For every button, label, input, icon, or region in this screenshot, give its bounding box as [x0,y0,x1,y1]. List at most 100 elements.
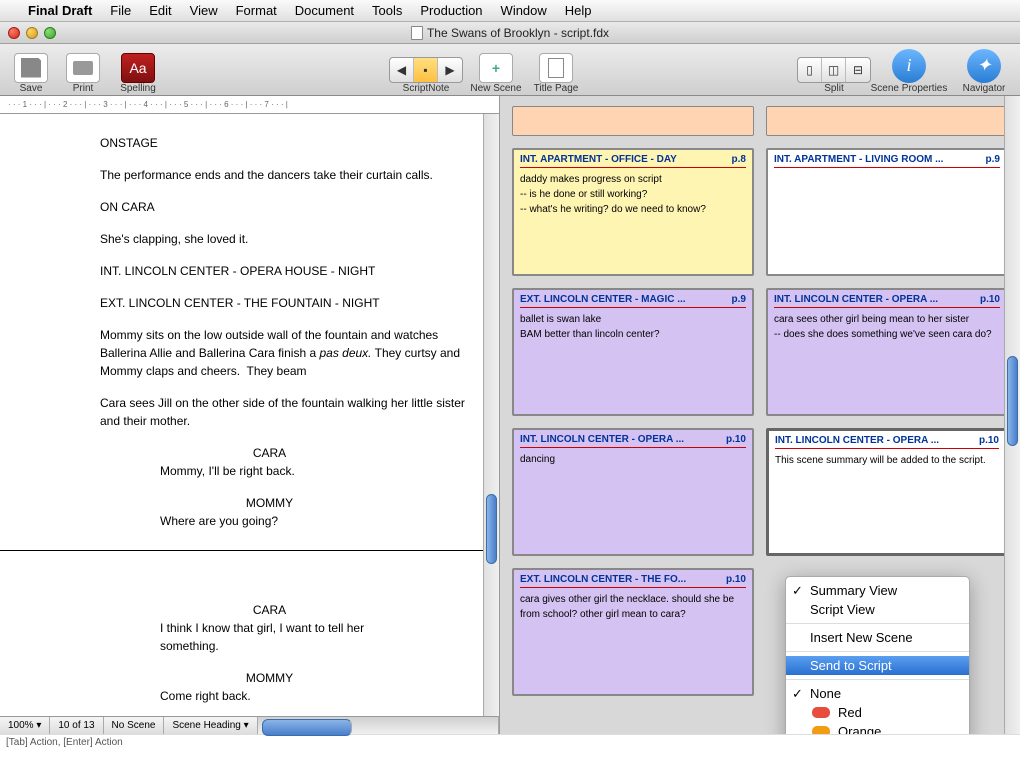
menu-edit[interactable]: Edit [149,3,171,18]
save-button[interactable]: Save [6,46,56,94]
prev-icon[interactable]: ◀ [390,58,414,82]
cards-pane: INT. APARTMENT - OFFICE - DAYp.8daddy ma… [500,96,1020,734]
card-page: p.10 [980,294,1000,305]
card-slug: EXT. LINCOLN CENTER - THE FO... [520,574,686,585]
card-header: EXT. LINCOLN CENTER - THE FO... p.10 [520,574,746,588]
card-slug: EXT. LINCOLN CENTER - MAGIC ... [520,294,686,305]
ruler: · · · 1 · · · | · · · 2 · · · | · · · 3 … [0,96,499,114]
titlepage-icon [539,53,573,83]
dialogue: Come right back. [160,687,389,705]
split1-icon[interactable]: ▯ [798,58,822,82]
newscene-button[interactable]: New Scene [466,46,526,94]
scene-card[interactable]: INT. APARTMENT - OFFICE - DAYp.8daddy ma… [512,148,754,276]
scroll-thumb[interactable] [1007,356,1018,446]
menu-format[interactable]: Format [236,3,277,18]
ctx-color-orange[interactable]: Orange [786,722,969,734]
separator [786,651,969,652]
print-icon [66,53,100,83]
scroll-thumb[interactable] [486,494,497,564]
ctx-script-view[interactable]: Script View [786,600,969,619]
newscene-icon [479,53,513,83]
ctx-summary-view[interactable]: Summary View [786,581,969,600]
color-label: Orange [838,724,881,734]
split2-icon[interactable]: ◫ [822,58,846,82]
minimize-button[interactable] [26,27,38,39]
card-header: INT. APARTMENT - LIVING ROOM ...p.9 [774,154,1000,168]
footer-hint: [Tab] Action, [Enter] Action [0,734,1020,752]
navigator-button[interactable]: ✦Navigator [954,46,1014,94]
context-menu: Summary View Script View Insert New Scen… [785,576,970,734]
zoom-button[interactable] [44,27,56,39]
split-button[interactable]: ▯◫⊟ Split [804,46,864,94]
card-body: cara gives other girl the necklace. shou… [520,592,746,622]
scene-card[interactable] [766,106,1008,136]
scene-card[interactable]: INT. LINCOLN CENTER - OPERA ...p.10danci… [512,428,754,556]
compass-icon: ✦ [967,49,1001,83]
ctx-color-none[interactable]: None [786,684,969,703]
script-page[interactable]: ONSTAGE The performance ends and the dan… [0,114,499,716]
card-header: INT. LINCOLN CENTER - OPERA ...p.10 [520,434,746,448]
menu-window[interactable]: Window [501,3,547,18]
ctx-send-to-script[interactable]: Send to Script [786,656,969,675]
scene-card[interactable] [512,106,754,136]
character: CARA [70,444,469,462]
card-slug: INT. APARTMENT - LIVING ROOM ... [774,154,943,165]
ctx-insert-scene[interactable]: Insert New Scene [786,628,969,647]
card-slug: INT. LINCOLN CENTER - OPERA ... [774,294,938,305]
spelling-button[interactable]: AaSpelling [108,46,168,94]
scene-card[interactable]: INT. LINCOLN CENTER - OPERA ...p.10 This … [766,428,1008,556]
scene-indicator: No Scene [104,717,165,734]
page-indicator: 10 of 13 [50,717,103,734]
card-header: INT. LINCOLN CENTER - OPERA ...p.10 [775,435,999,449]
scene-card[interactable]: EXT. LINCOLN CENTER - MAGIC ...p.9ballet… [512,288,754,416]
dialogue: Where are you going? [160,512,389,530]
page-break [0,550,499,551]
window-title: The Swans of Brooklyn - script.fdx [411,26,609,40]
note-icon[interactable]: ▪ [414,58,438,82]
card-page: p.8 [732,154,746,165]
slug: ONSTAGE [100,134,469,152]
element-select[interactable]: Scene Heading ▾ [164,717,257,734]
split-segmented[interactable]: ▯◫⊟ [797,57,871,83]
card-header: INT. APARTMENT - OFFICE - DAYp.8 [520,154,746,168]
menu-production[interactable]: Production [420,3,482,18]
spelling-icon: Aa [121,53,155,83]
titlebar: The Swans of Brooklyn - script.fdx [0,22,1020,44]
menu-tools[interactable]: Tools [372,3,402,18]
menu-help[interactable]: Help [565,3,592,18]
scriptnote-segmented[interactable]: ◀▪▶ [389,57,463,83]
ctx-color-red[interactable]: Red [786,703,969,722]
color-swatch [812,707,830,718]
scene-heading: INT. LINCOLN CENTER - OPERA HOUSE - NIGH… [100,262,469,280]
scene-card[interactable]: EXT. LINCOLN CENTER - THE FO... p.10 cara … [512,568,754,696]
dialogue: I think I know that girl, I want to tell… [160,619,389,655]
menu-file[interactable]: File [110,3,131,18]
titlepage-button[interactable]: Title Page [526,46,586,94]
cards-scrollbar[interactable] [1004,96,1020,734]
slug: ON CARA [100,198,469,216]
zoom-select[interactable]: 100% ▾ [0,717,50,734]
print-button[interactable]: Print [58,46,108,94]
color-label: Red [838,705,862,720]
scroll-thumb[interactable] [262,719,352,736]
scene-card[interactable]: INT. APARTMENT - LIVING ROOM ...p.9 [766,148,1008,276]
sceneprops-button[interactable]: iScene Properties [864,46,954,94]
vertical-scrollbar[interactable] [483,114,499,716]
close-button[interactable] [8,27,20,39]
menubar: Final Draft File Edit View Format Docume… [0,0,1020,22]
card-page: p.10 [979,435,999,446]
horizontal-scrollbar[interactable] [258,717,499,734]
action: Cara sees Jill on the other side of the … [100,394,469,430]
card-body: This scene summary will be added to the … [775,453,999,468]
card-body: ballet is swan lakeBAM better than linco… [520,312,746,342]
toolbar: Save Print AaSpelling ◀▪▶ ScriptNote New… [0,44,1020,96]
scriptnote-button[interactable]: ◀▪▶ ScriptNote [386,46,466,94]
separator [786,679,969,680]
menu-document[interactable]: Document [295,3,354,18]
app-menu[interactable]: Final Draft [28,3,92,18]
menu-view[interactable]: View [190,3,218,18]
separator [786,623,969,624]
next-icon[interactable]: ▶ [438,58,462,82]
scene-card[interactable]: INT. LINCOLN CENTER - OPERA ...p.10cara … [766,288,1008,416]
card-page: p.10 [726,574,746,585]
